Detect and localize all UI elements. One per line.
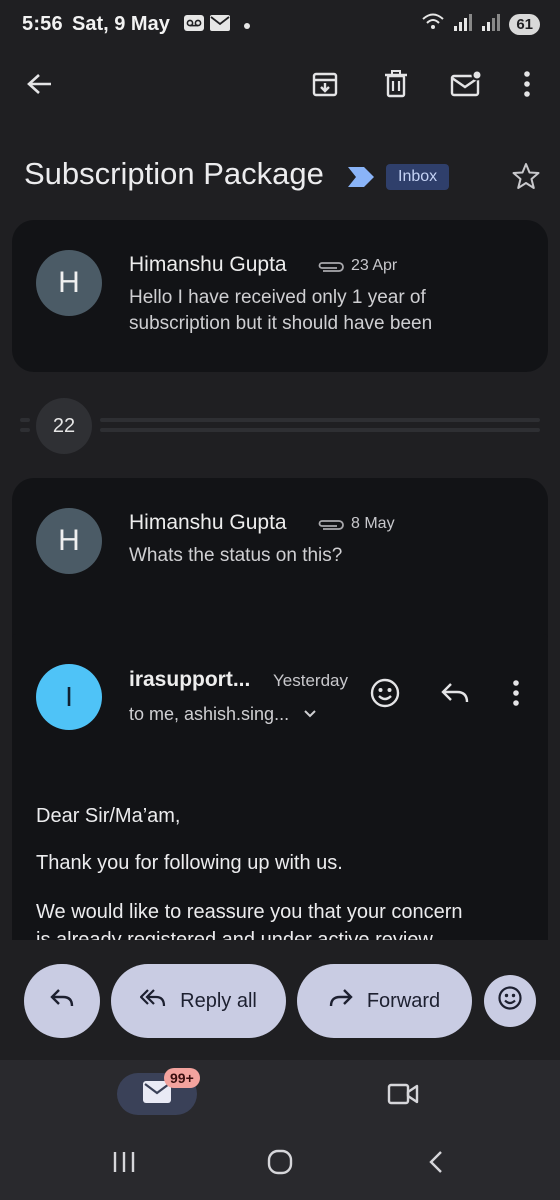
reply-all-label: Reply all xyxy=(180,989,257,1012)
reply-all-icon xyxy=(139,988,166,1014)
body-greeting: Dear Sir/Ma’am, xyxy=(36,805,181,827)
system-back-button[interactable] xyxy=(412,1144,460,1184)
reply-action-bar: Reply all Forward xyxy=(0,940,560,1060)
arrow-left-icon xyxy=(27,73,53,100)
unread-count-badge: 99+ xyxy=(164,1068,200,1088)
emoji-reaction-button[interactable] xyxy=(484,975,536,1027)
status-notification-icons xyxy=(184,15,250,36)
more-vert-icon xyxy=(523,70,531,102)
sender-avatar[interactable]: H xyxy=(36,508,102,574)
sender-avatar[interactable]: H xyxy=(36,250,102,316)
voicemail-icon xyxy=(184,15,204,36)
forward-button[interactable]: Forward xyxy=(297,964,472,1038)
mark-unread-icon xyxy=(450,69,483,103)
mail-icon xyxy=(210,15,230,36)
attachment-icon xyxy=(317,518,345,537)
body-paragraph: We would like to reassure you that your … xyxy=(36,898,536,940)
emoji-icon xyxy=(497,985,523,1017)
home-button[interactable] xyxy=(256,1144,304,1184)
delete-icon xyxy=(383,69,409,103)
message-expanded: I irasupport... Yesterday to me, ashish.… xyxy=(12,634,548,940)
status-date: Sat, 9 May xyxy=(72,13,170,35)
recipients-toggle[interactable]: to me, ashish.sing... xyxy=(129,704,317,725)
recipients-text: to me, ashish.sing... xyxy=(129,704,290,724)
snippet-line: subscription but it should have been xyxy=(129,313,433,334)
sender-name: Himanshu Gupta xyxy=(129,253,287,276)
importance-marker-icon[interactable] xyxy=(348,167,374,192)
snippet-line: Hello I have received only 1 year of xyxy=(129,287,426,308)
reply-icon xyxy=(50,988,74,1014)
mark-unread-button[interactable] xyxy=(442,62,490,110)
signal-icon xyxy=(453,13,473,36)
body-line: is already registered and under active r… xyxy=(36,929,433,940)
divider-line xyxy=(100,428,540,432)
message-snippet: Hello I have received only 1 year of sub… xyxy=(129,285,432,337)
reply-button[interactable] xyxy=(434,674,476,716)
divider-line xyxy=(100,418,540,422)
recent-apps-icon xyxy=(112,1151,136,1178)
collapsed-count-button[interactable]: 22 xyxy=(36,398,92,454)
status-right: 61 xyxy=(421,12,540,37)
chevron-left-icon xyxy=(428,1150,444,1179)
collapsed-messages-row[interactable]: 22 xyxy=(0,396,560,456)
star-icon xyxy=(512,162,540,195)
forward-label: Forward xyxy=(366,989,441,1012)
body-paragraph: Thank you for following up with us. xyxy=(36,852,343,874)
reply-all-button[interactable]: Reply all xyxy=(111,964,286,1038)
inbox-label-chip[interactable]: Inbox xyxy=(386,164,450,190)
reply-pill-button[interactable] xyxy=(24,964,100,1038)
message-snippet: Whats the status on this? xyxy=(129,545,343,566)
message-card-collapsed[interactable]: H Himanshu Gupta 23 Apr Hello I have rec… xyxy=(12,220,548,372)
reply-icon xyxy=(441,682,469,709)
sender-name[interactable]: irasupport... xyxy=(129,668,250,692)
message-more-button[interactable] xyxy=(498,674,534,716)
back-button[interactable] xyxy=(16,62,64,110)
recent-apps-button[interactable] xyxy=(100,1144,148,1184)
status-time: 5:56 xyxy=(22,13,63,35)
signal-icon xyxy=(481,13,501,36)
message-date: Yesterday xyxy=(273,671,348,690)
archive-icon xyxy=(311,70,339,103)
thread-subject: Subscription Package xyxy=(24,156,324,191)
system-navigation-bar xyxy=(0,1130,560,1200)
attachment-icon xyxy=(317,260,345,279)
sender-avatar[interactable]: I xyxy=(36,664,102,730)
divider-line xyxy=(20,418,30,422)
status-bar: 5:56 Sat, 9 May 61 xyxy=(0,0,560,52)
message-card-collapsed[interactable]: H Himanshu Gupta 8 May Whats the status … xyxy=(12,478,548,638)
body-line: We would like to reassure you that your … xyxy=(36,901,463,923)
video-camera-icon xyxy=(387,1082,419,1111)
star-button[interactable] xyxy=(506,158,546,198)
battery-indicator: 61 xyxy=(509,14,540,35)
sender-name: Himanshu Gupta xyxy=(129,511,287,534)
delete-button[interactable] xyxy=(372,62,420,110)
archive-button[interactable] xyxy=(301,62,349,110)
thread-toolbar xyxy=(0,52,560,120)
home-icon xyxy=(267,1149,293,1180)
notification-dot xyxy=(244,22,250,29)
message-date: 8 May xyxy=(351,515,395,532)
add-reaction-button[interactable] xyxy=(364,674,406,716)
message-date: 23 Apr xyxy=(351,257,398,274)
bottom-navigation: 99+ xyxy=(0,1060,560,1130)
more-options-button[interactable] xyxy=(503,62,551,110)
meet-tab[interactable] xyxy=(380,1076,426,1116)
wifi-icon xyxy=(421,12,445,37)
divider-line xyxy=(20,428,30,432)
emoji-icon xyxy=(369,677,401,714)
chevron-down-icon xyxy=(303,706,317,724)
more-vert-icon xyxy=(512,679,520,711)
forward-icon xyxy=(329,988,353,1014)
